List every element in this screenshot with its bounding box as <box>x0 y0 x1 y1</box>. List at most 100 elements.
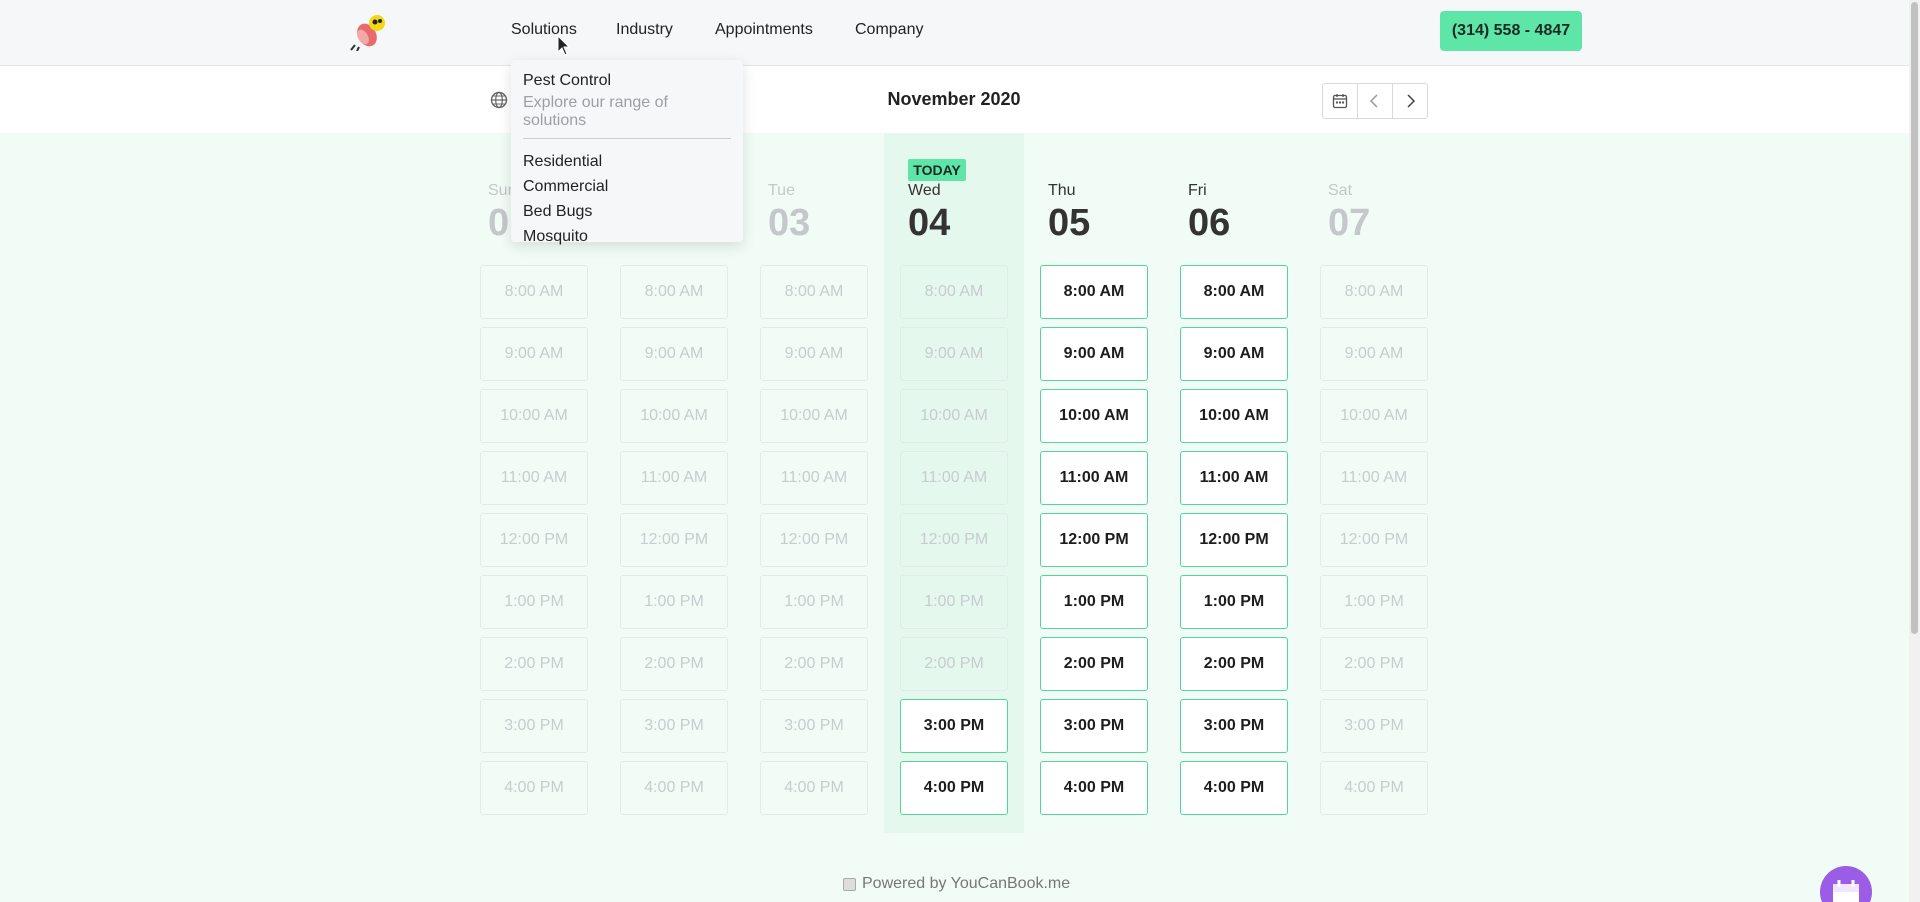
day-number-wed: 04 <box>908 202 951 244</box>
time-slot[interactable]: 3:00 PM <box>900 699 1008 753</box>
time-slot[interactable]: 10:00 AM <box>1040 389 1148 443</box>
time-slot[interactable]: 9:00 AM <box>1180 327 1288 381</box>
calendar-icon <box>1332 94 1348 109</box>
time-slot: 8:00 AM <box>620 265 728 319</box>
globe-icon[interactable] <box>490 91 508 109</box>
day-name-tue: Tue <box>768 182 795 199</box>
time-slot[interactable]: 8:00 AM <box>1180 265 1288 319</box>
nav-industry[interactable]: Industry <box>616 21 673 39</box>
day-name-wed: Wed <box>908 182 941 199</box>
time-slot: 1:00 PM <box>900 575 1008 629</box>
nav-appointments[interactable]: Appointments <box>715 21 813 39</box>
day-number-thu: 05 <box>1048 202 1091 244</box>
powered-by-text: Powered by YouCanBook.me <box>862 875 1071 892</box>
dropdown-divider <box>523 138 731 139</box>
time-slot: 2:00 PM <box>1320 637 1428 691</box>
time-slot: 3:00 PM <box>620 699 728 753</box>
time-slot[interactable]: 1:00 PM <box>1180 575 1288 629</box>
page-scrollbar[interactable] <box>1909 0 1920 902</box>
time-slot: 12:00 PM <box>900 513 1008 567</box>
time-slot: 1:00 PM <box>760 575 868 629</box>
time-slot: 2:00 PM <box>480 637 588 691</box>
time-slot[interactable]: 12:00 PM <box>1180 513 1288 567</box>
site-header: Solutions Industry Appointments Company … <box>0 0 1909 66</box>
prev-week-button[interactable] <box>1358 84 1393 118</box>
day-number-fri: 06 <box>1188 202 1231 244</box>
time-slot: 10:00 AM <box>760 389 868 443</box>
logo-icon[interactable] <box>347 11 391 51</box>
time-slot[interactable]: 11:00 AM <box>1040 451 1148 505</box>
time-slot: 9:00 AM <box>1320 327 1428 381</box>
scrollbar-thumb[interactable] <box>1911 2 1918 634</box>
day-name-thu: Thu <box>1048 182 1076 199</box>
solutions-dropdown: Pest Control Explore our range of soluti… <box>511 60 743 245</box>
time-slot[interactable]: 11:00 AM <box>1180 451 1288 505</box>
time-slot: 8:00 AM <box>480 265 588 319</box>
time-slot: 3:00 PM <box>480 699 588 753</box>
time-slot[interactable]: 10:00 AM <box>1180 389 1288 443</box>
nav-company[interactable]: Company <box>855 21 923 39</box>
powered-by[interactable]: Powered by YouCanBook.me <box>843 875 1070 893</box>
chevron-right-icon <box>1407 94 1416 108</box>
time-slot[interactable]: 3:00 PM <box>1180 699 1288 753</box>
time-slot: 11:00 AM <box>1320 451 1428 505</box>
chevron-left-icon <box>1369 94 1378 108</box>
today-badge: TODAY <box>908 159 966 181</box>
time-slot[interactable]: 9:00 AM <box>1040 327 1148 381</box>
time-slot: 10:00 AM <box>480 389 588 443</box>
phone-button[interactable]: (314) 558 - 4847 <box>1440 11 1582 51</box>
time-slot: 10:00 AM <box>900 389 1008 443</box>
mouse-cursor-icon <box>557 35 571 56</box>
calendar-picker-button[interactable] <box>1323 84 1358 118</box>
time-slot: 4:00 PM <box>1320 761 1428 815</box>
dropdown-title[interactable]: Pest Control <box>523 72 731 90</box>
time-slot: 9:00 AM <box>480 327 588 381</box>
time-slot: 8:00 AM <box>1320 265 1428 319</box>
dropdown-item-mosquito[interactable]: Mosquito <box>523 224 731 249</box>
time-slot: 11:00 AM <box>900 451 1008 505</box>
time-slot[interactable]: 4:00 PM <box>900 761 1008 815</box>
dropdown-item-residential[interactable]: Residential <box>523 149 731 174</box>
time-slot: 11:00 AM <box>480 451 588 505</box>
time-slot: 1:00 PM <box>480 575 588 629</box>
time-slot: 9:00 AM <box>760 327 868 381</box>
calendar-nav-group <box>1322 83 1428 119</box>
time-slot[interactable]: 4:00 PM <box>1040 761 1148 815</box>
time-slot: 1:00 PM <box>1320 575 1428 629</box>
dropdown-subtitle: Explore our range of solutions <box>523 94 668 129</box>
time-slot[interactable]: 12:00 PM <box>1040 513 1148 567</box>
month-title: November 2020 <box>887 89 1021 109</box>
day-number-sat: 07 <box>1328 202 1371 244</box>
time-slot: 8:00 AM <box>900 265 1008 319</box>
time-slot[interactable]: 2:00 PM <box>1180 637 1288 691</box>
time-slot: 2:00 PM <box>620 637 728 691</box>
time-slot: 12:00 PM <box>1320 513 1428 567</box>
time-slot: 4:00 PM <box>760 761 868 815</box>
time-slot[interactable]: 2:00 PM <box>1040 637 1148 691</box>
time-slot: 1:00 PM <box>620 575 728 629</box>
dropdown-item-commercial[interactable]: Commercial <box>523 174 731 199</box>
ycbm-logo-icon <box>843 877 856 891</box>
time-slot[interactable]: 3:00 PM <box>1040 699 1148 753</box>
day-number-tue: 03 <box>768 202 811 244</box>
time-slot: 11:00 AM <box>760 451 868 505</box>
time-slot: 9:00 AM <box>620 327 728 381</box>
time-slot: 12:00 PM <box>760 513 868 567</box>
next-week-button[interactable] <box>1393 84 1427 118</box>
time-slot: 3:00 PM <box>1320 699 1428 753</box>
day-name-sat: Sat <box>1328 182 1353 199</box>
time-slot: 8:00 AM <box>760 265 868 319</box>
dropdown-item-bed-bugs[interactable]: Bed Bugs <box>523 199 731 224</box>
time-slot[interactable]: 1:00 PM <box>1040 575 1148 629</box>
time-slot: 12:00 PM <box>620 513 728 567</box>
time-slot: 3:00 PM <box>760 699 868 753</box>
time-slot: 12:00 PM <box>480 513 588 567</box>
calendar-toolbar: November 2020 <box>0 67 1909 133</box>
time-slot: 10:00 AM <box>1320 389 1428 443</box>
time-slot[interactable]: 8:00 AM <box>1040 265 1148 319</box>
time-slot: 11:00 AM <box>620 451 728 505</box>
time-slot[interactable]: 4:00 PM <box>1180 761 1288 815</box>
time-slot: 4:00 PM <box>620 761 728 815</box>
time-slot: 2:00 PM <box>760 637 868 691</box>
time-slot: 4:00 PM <box>480 761 588 815</box>
